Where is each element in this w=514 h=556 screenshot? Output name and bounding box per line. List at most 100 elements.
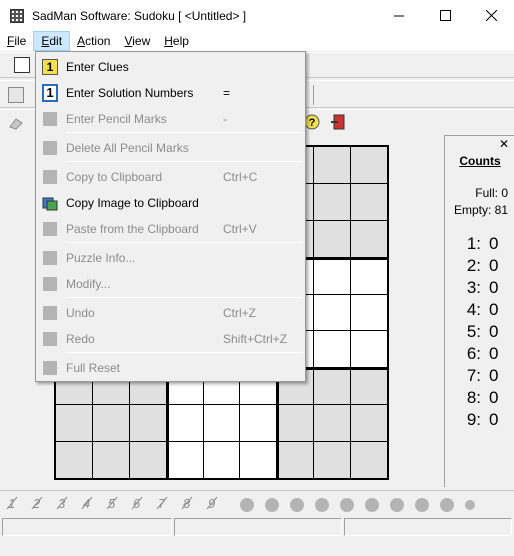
menu-item-label: Enter Clues	[66, 60, 129, 74]
sudoku-cell[interactable]	[314, 405, 351, 442]
counts-close-button[interactable]: ✕	[499, 137, 509, 151]
menu-item-copy[interactable]: Copy to Clipboard Ctrl+C	[36, 164, 305, 190]
sudoku-cell[interactable]	[166, 405, 203, 442]
sudoku-cell[interactable]	[351, 257, 387, 294]
sudoku-cell[interactable]	[314, 183, 351, 220]
sudoku-cell[interactable]	[56, 405, 92, 442]
sudoku-cell[interactable]	[314, 331, 351, 368]
menu-separator	[66, 161, 303, 162]
menu-item-modify[interactable]: Modify...	[36, 271, 305, 297]
menu-item-pencil-marks[interactable]: Enter Pencil Marks -	[36, 106, 305, 132]
pencil-strike-icon	[106, 496, 118, 510]
status-pane-left	[2, 518, 172, 536]
menu-item-clue-one[interactable]: 1 Enter Clues	[36, 54, 305, 80]
sudoku-cell[interactable]	[314, 294, 351, 331]
menu-item-shortcut: =	[223, 86, 231, 100]
menu-view[interactable]: View	[117, 31, 157, 51]
sudoku-cell[interactable]	[314, 147, 351, 183]
sudoku-cell[interactable]	[129, 405, 166, 442]
menu-item-copy-image[interactable]: Copy Image to Clipboard	[36, 190, 305, 216]
sudoku-cell[interactable]	[277, 405, 314, 442]
maximize-icon	[439, 10, 451, 21]
menu-item-redo[interactable]: Redo Shift+Ctrl+Z	[36, 326, 305, 352]
help-tool-icon[interactable]: ?	[304, 114, 320, 130]
digit-label: 1:	[466, 234, 481, 253]
grid-tool-icon[interactable]	[8, 87, 24, 103]
digit-count-row: 6: 0	[459, 344, 514, 364]
marker-dot-button[interactable]	[265, 498, 279, 512]
marker-dot-button[interactable]	[240, 498, 254, 512]
sudoku-cell[interactable]	[351, 183, 387, 220]
sudoku-cell[interactable]	[203, 405, 240, 442]
sudoku-cell[interactable]	[92, 442, 129, 478]
menu-item-full-reset[interactable]: Full Reset	[36, 355, 305, 381]
sudoku-cell[interactable]	[351, 294, 387, 331]
redo-icon	[42, 331, 58, 347]
menu-file[interactable]: File	[0, 31, 33, 51]
close-button[interactable]	[468, 0, 514, 31]
menu-help[interactable]: Help	[157, 31, 196, 51]
exit-tool-icon[interactable]	[330, 114, 346, 130]
sudoku-cell[interactable]	[166, 442, 203, 478]
sudoku-cell[interactable]	[351, 331, 387, 368]
sudoku-cell[interactable]	[92, 405, 129, 442]
window-bottom-edge	[0, 537, 514, 556]
marker-dot-button[interactable]	[340, 498, 354, 512]
digit-count-value: 0	[489, 410, 499, 429]
copy-icon	[42, 169, 58, 185]
full-count: Full: 0	[475, 186, 508, 200]
sudoku-cell[interactable]	[314, 257, 351, 294]
marker-dot-button[interactable]	[415, 498, 429, 512]
sudoku-cell[interactable]	[351, 147, 387, 183]
sudoku-cell[interactable]	[351, 368, 387, 405]
menu-item-shortcut: Ctrl+V	[223, 222, 257, 236]
menu-separator	[66, 132, 303, 133]
menu-separator	[66, 242, 303, 243]
menu-item-label: Redo	[66, 332, 95, 346]
marker-dot-button[interactable]	[390, 498, 404, 512]
menu-item-delete-marks[interactable]: Delete All Pencil Marks	[36, 135, 305, 161]
maximize-button[interactable]	[422, 0, 468, 31]
digit-label: 3:	[466, 278, 481, 297]
sudoku-cell[interactable]	[314, 220, 351, 257]
sudoku-cell[interactable]	[314, 368, 351, 405]
marker-dot-button[interactable]	[315, 498, 329, 512]
sudoku-cell[interactable]	[277, 442, 314, 478]
marker-dot-button[interactable]	[465, 500, 475, 510]
sudoku-cell[interactable]	[314, 442, 351, 478]
digit-count-value: 0	[489, 366, 499, 385]
marker-dot-button[interactable]	[290, 498, 304, 512]
menu-item-label: Modify...	[66, 277, 111, 291]
edit-menu-dropdown: 1 Enter Clues 1 Enter Solution Numbers = Ente…	[35, 51, 306, 382]
marker-dot-button[interactable]	[440, 498, 454, 512]
sudoku-cell[interactable]	[351, 405, 387, 442]
digit-count-row: 4: 0	[459, 300, 514, 320]
title-bar: SadMan Software: Sudoku [ <Untitled> ]	[0, 0, 514, 31]
marker-dot-button[interactable]	[365, 498, 379, 512]
digit-label: 4:	[466, 300, 481, 319]
new-puzzle-icon[interactable]	[14, 57, 30, 73]
empty-label: Empty:	[453, 203, 492, 217]
sudoku-cell[interactable]	[56, 442, 92, 478]
minimize-button[interactable]	[376, 0, 422, 31]
copy-image-icon	[42, 195, 58, 211]
sudoku-cell[interactable]	[240, 405, 277, 442]
menu-edit[interactable]: Edit	[33, 31, 71, 51]
eraser-tool-icon[interactable]	[8, 115, 24, 131]
menu-item-puzzle-info[interactable]: Puzzle Info...	[36, 245, 305, 271]
menu-item-solution-one[interactable]: 1 Enter Solution Numbers =	[36, 80, 305, 106]
menu-item-undo[interactable]: Undo Ctrl+Z	[36, 300, 305, 326]
sudoku-cell[interactable]	[351, 220, 387, 257]
digit-count-row: 5: 0	[459, 322, 514, 342]
full-value: 0	[501, 186, 508, 200]
digit-count-row: 2: 0	[459, 256, 514, 276]
digit-count-value: 0	[489, 300, 499, 319]
window-title: SadMan Software: Sudoku [ <Untitled> ]	[32, 8, 247, 23]
sudoku-cell[interactable]	[129, 442, 166, 478]
sudoku-cell[interactable]	[240, 442, 277, 478]
menu-action[interactable]: Action	[70, 31, 117, 51]
menu-item-paste[interactable]: Paste from the Clipboard Ctrl+V	[36, 216, 305, 242]
pencil-strike-icon	[131, 496, 143, 510]
sudoku-cell[interactable]	[203, 442, 240, 478]
sudoku-cell[interactable]	[351, 442, 387, 478]
